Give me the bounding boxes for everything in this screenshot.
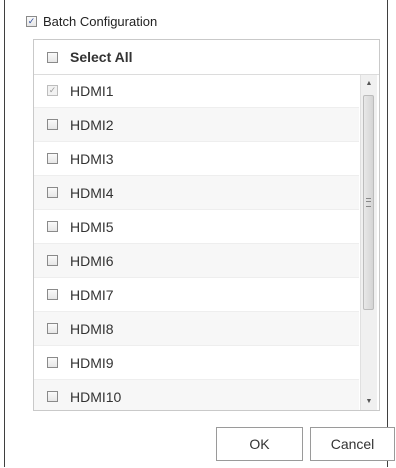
item-label: HDMI6 (70, 252, 114, 269)
list-item[interactable]: HDMI1 (34, 74, 359, 108)
scroll-down-arrow-icon[interactable]: ▼ (361, 393, 377, 410)
list-item[interactable]: HDMI8 (34, 312, 359, 346)
item-label: HDMI3 (70, 150, 114, 167)
ok-button[interactable]: OK (216, 427, 303, 461)
item-checkbox[interactable] (47, 187, 58, 198)
item-checkbox[interactable] (47, 289, 58, 300)
scrollbar-thumb[interactable] (363, 95, 374, 310)
item-label: HDMI1 (70, 82, 114, 99)
item-label: HDMI4 (70, 184, 114, 201)
item-checkbox[interactable] (47, 357, 58, 368)
item-checkbox[interactable] (47, 391, 58, 402)
list-item[interactable]: HDMI5 (34, 210, 359, 244)
item-checkbox[interactable] (47, 119, 58, 130)
batch-configuration-label: Batch Configuration (43, 13, 158, 29)
list-item[interactable]: HDMI4 (34, 176, 359, 210)
select-all-label: Select All (70, 49, 133, 65)
list-item[interactable]: HDMI9 (34, 346, 359, 380)
item-label: HDMI2 (70, 116, 114, 133)
item-checkbox[interactable] (47, 255, 58, 266)
select-all-checkbox[interactable] (47, 51, 58, 63)
item-label: HDMI5 (70, 218, 114, 235)
list-item[interactable]: HDMI7 (34, 278, 359, 312)
channel-list: Select All HDMI1 HDMI2 HDMI3 HDMI4 HDMI5 (33, 39, 380, 411)
cancel-button[interactable]: Cancel (310, 427, 395, 461)
batch-configuration-option[interactable]: Batch Configuration (26, 12, 157, 30)
item-label: HDMI9 (70, 354, 114, 371)
scroll-up-arrow-icon[interactable]: ▲ (361, 75, 377, 92)
list-item[interactable]: HDMI2 (34, 108, 359, 142)
channel-rows: HDMI1 HDMI2 HDMI3 HDMI4 HDMI5 HDMI6 (34, 74, 359, 410)
batch-configuration-checkbox[interactable] (26, 15, 37, 27)
item-checkbox (47, 85, 58, 96)
list-scrollbar[interactable]: ▲ ▼ (360, 75, 377, 410)
item-label: HDMI8 (70, 320, 114, 337)
item-checkbox[interactable] (47, 153, 58, 164)
item-checkbox[interactable] (47, 221, 58, 232)
item-label: HDMI10 (70, 388, 122, 405)
scroll-grip-icon (366, 198, 371, 207)
item-checkbox[interactable] (47, 323, 58, 334)
batch-config-dialog: Batch Configuration Select All HDMI1 HDM… (4, 0, 395, 467)
list-item[interactable]: HDMI6 (34, 244, 359, 278)
select-all-row[interactable]: Select All (34, 40, 379, 75)
list-item[interactable]: HDMI10 (34, 380, 359, 410)
list-item[interactable]: HDMI3 (34, 142, 359, 176)
item-label: HDMI7 (70, 286, 114, 303)
